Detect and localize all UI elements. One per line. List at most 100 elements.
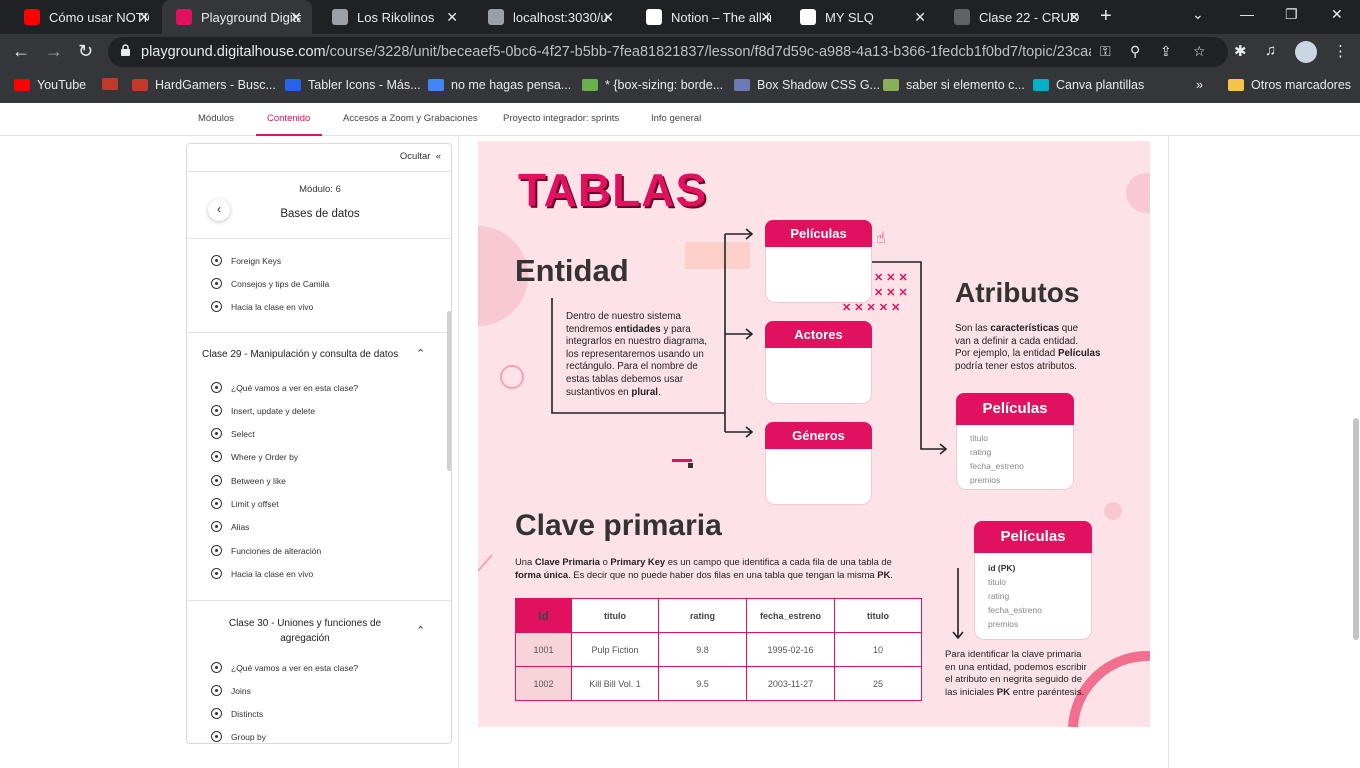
topic-item[interactable]: Hacia la clase en vivo bbox=[211, 301, 313, 312]
tab-3[interactable]: Los Rikolinos ✕ bbox=[318, 0, 468, 34]
topic-item[interactable]: Select bbox=[211, 428, 255, 439]
tab-2[interactable]: Playground Digital House✕ bbox=[162, 0, 312, 34]
close-tab-icon[interactable]: ✕ bbox=[446, 9, 458, 26]
page-scrollbar[interactable] bbox=[1353, 418, 1359, 640]
bookmark-label: saber si elemento c... bbox=[906, 78, 1025, 92]
chevron-up-icon[interactable]: ⌃ bbox=[416, 347, 425, 360]
topic-item[interactable]: Group by bbox=[211, 731, 266, 742]
text-line: estas tablas debemos usar bbox=[566, 373, 684, 385]
attribute-item: rating bbox=[988, 591, 1010, 601]
bookmark-label: Box Shadow CSS G... bbox=[757, 78, 880, 92]
bookmark-5[interactable]: no me hagas pensa... bbox=[428, 78, 571, 92]
maximize-button[interactable]: ❐ bbox=[1285, 6, 1298, 23]
text-line: forma única. Es decir que no puede haber… bbox=[515, 569, 893, 580]
attribute-item: rating bbox=[970, 447, 992, 457]
attributes-box: Películas titulo rating fecha_estreno premi… bbox=[956, 393, 1074, 490]
close-tab-icon[interactable]: ✕ bbox=[914, 9, 926, 26]
chevron-up-icon[interactable]: ⌃ bbox=[416, 624, 425, 637]
topic-item[interactable]: Limit y offset bbox=[211, 498, 279, 509]
topic-item[interactable]: ¿Qué vamos a ver en esta clase? bbox=[211, 662, 358, 673]
topic-label: Select bbox=[231, 428, 255, 439]
subnav-proyecto-integrador[interactable]: Proyecto integrador: sprints bbox=[503, 113, 619, 124]
media-icon[interactable]: ♫ bbox=[1265, 42, 1276, 59]
close-tab-icon[interactable]: ✕ bbox=[760, 9, 772, 26]
text-line: rectángulo. Para el nombre de bbox=[566, 361, 698, 373]
tab-1[interactable]: Cómo usar NOTION✕ bbox=[10, 0, 160, 34]
topic-radio-icon bbox=[211, 685, 222, 696]
bookmark-9[interactable]: Canva plantillas bbox=[1033, 78, 1144, 92]
tab-6[interactable]: MY SLQ ✕ bbox=[786, 0, 936, 34]
bookmark-4[interactable]: Tabler Icons - Más... bbox=[285, 78, 421, 92]
attribute-item: fecha_estreno bbox=[988, 605, 1042, 615]
topic-label: Hacia la clase en vivo bbox=[231, 301, 314, 312]
topic-item[interactable]: Foreign Keys bbox=[211, 255, 281, 266]
reload-icon[interactable]: ↻ bbox=[78, 41, 93, 62]
bookmark-6[interactable]: * {box-sizing: borde... bbox=[582, 78, 723, 92]
bookmark-2[interactable] bbox=[102, 78, 125, 90]
extensions-icon[interactable]: ✱ bbox=[1234, 42, 1247, 60]
menu-icon[interactable]: ⋮ bbox=[1333, 42, 1348, 60]
back-icon[interactable]: ← bbox=[12, 41, 30, 62]
forward-icon[interactable]: → bbox=[45, 41, 63, 62]
attributes-list: titulo rating fecha_estreno premios bbox=[970, 431, 1024, 487]
text-line: Son las características que bbox=[955, 323, 1079, 334]
class-29-header[interactable]: Clase 29 - Manipulación y consulta de da… bbox=[202, 349, 398, 360]
new-tab-button[interactable]: + bbox=[1100, 5, 1112, 28]
subnav-info-general[interactable]: Info general bbox=[651, 113, 701, 124]
table-cell: 1001 bbox=[515, 632, 572, 667]
svg-text:✕ ✕ ✕: ✕ ✕ ✕ bbox=[874, 287, 908, 299]
topic-item[interactable]: Alias bbox=[211, 521, 249, 532]
bookmark-star-icon[interactable]: ☆ bbox=[1193, 43, 1206, 60]
close-tab-icon[interactable]: ✕ bbox=[290, 9, 302, 26]
share-icon[interactable]: ⇪ bbox=[1160, 43, 1172, 60]
address-bar[interactable]: playground.digitalhouse.com/course/3228/… bbox=[108, 37, 1228, 67]
topic-label: Group by bbox=[231, 731, 266, 742]
subnav-accesos-zoom[interactable]: Accesos a Zoom y Grabaciones bbox=[343, 113, 478, 124]
topic-item[interactable]: Distincts bbox=[211, 708, 263, 719]
tab-search-icon[interactable]: ⌄ bbox=[1192, 6, 1204, 23]
sidebar-scrollbar[interactable] bbox=[447, 311, 451, 471]
topic-item[interactable]: Between y like bbox=[211, 475, 286, 486]
topic-item[interactable]: Insert, update y delete bbox=[211, 405, 315, 416]
tab-5[interactable]: Notion – The all-in-one✕ bbox=[632, 0, 782, 34]
topic-radio-icon bbox=[211, 731, 222, 742]
content-divider bbox=[458, 136, 459, 768]
key-icon[interactable]: ⚿ bbox=[1100, 43, 1111, 60]
topic-item[interactable]: Joins bbox=[211, 685, 251, 696]
close-tab-icon[interactable]: ✕ bbox=[602, 9, 614, 26]
content-divider-right bbox=[1168, 136, 1169, 768]
text-line: las iniciales PK entre paréntesis. bbox=[945, 686, 1085, 698]
close-tab-icon[interactable]: ✕ bbox=[138, 9, 150, 26]
tab-4[interactable]: localhost:3030/u ✕ bbox=[474, 0, 624, 34]
topic-item[interactable]: Funciones de alteración bbox=[211, 545, 321, 556]
topic-item[interactable]: Hacia la clase en vivo bbox=[211, 568, 313, 579]
text-line: los representaremos usando un bbox=[566, 348, 704, 360]
topic-label: Consejos y tips de Camila bbox=[231, 278, 330, 289]
attribute-item: id (PK) bbox=[988, 563, 1016, 573]
subnav-contenido[interactable]: Contenido bbox=[267, 113, 310, 124]
globe-icon bbox=[488, 9, 504, 25]
bookmark-3[interactable]: HardGamers - Busc... bbox=[132, 78, 276, 92]
text-line: podría tener estos atributos. bbox=[955, 360, 1077, 372]
zoom-icon[interactable]: ⚲ bbox=[1130, 43, 1140, 60]
hide-sidebar-button[interactable]: Ocultar « bbox=[400, 151, 441, 162]
topic-item[interactable]: ¿Qué vamos a ver en esta clase? bbox=[211, 382, 358, 393]
close-tab-icon[interactable]: ✕ bbox=[1068, 9, 1080, 26]
divider bbox=[187, 600, 451, 601]
topic-item[interactable]: Where y Order by bbox=[211, 451, 298, 462]
subnav-modulos[interactable]: Módulos bbox=[198, 113, 234, 124]
other-bookmarks-folder[interactable]: Otros marcadores bbox=[1228, 78, 1351, 92]
clave-primaria-heading: Clave primaria bbox=[515, 509, 722, 542]
bookmark-1[interactable]: YouTube bbox=[14, 78, 86, 92]
topic-item[interactable]: Consejos y tips de Camila bbox=[211, 278, 329, 289]
tab-7[interactable]: Clase 22 - CRUD ✕ bbox=[940, 0, 1090, 34]
tab-title: MY SLQ bbox=[825, 9, 874, 25]
close-window-button[interactable]: ✕ bbox=[1331, 6, 1343, 23]
profile-avatar[interactable] bbox=[1295, 41, 1317, 63]
bookmark-7[interactable]: Box Shadow CSS G... bbox=[734, 78, 880, 92]
minimize-button[interactable]: — bbox=[1240, 6, 1254, 22]
class-30-header[interactable]: Clase 30 - Uniones y funciones de agrega… bbox=[222, 616, 388, 646]
bookmark-8[interactable]: saber si elemento c... bbox=[883, 78, 1025, 92]
example-table: Id titulo rating fecha_estreno titulo 1001 Pul… bbox=[515, 598, 922, 701]
bookmarks-more-button[interactable]: » bbox=[1196, 78, 1203, 92]
